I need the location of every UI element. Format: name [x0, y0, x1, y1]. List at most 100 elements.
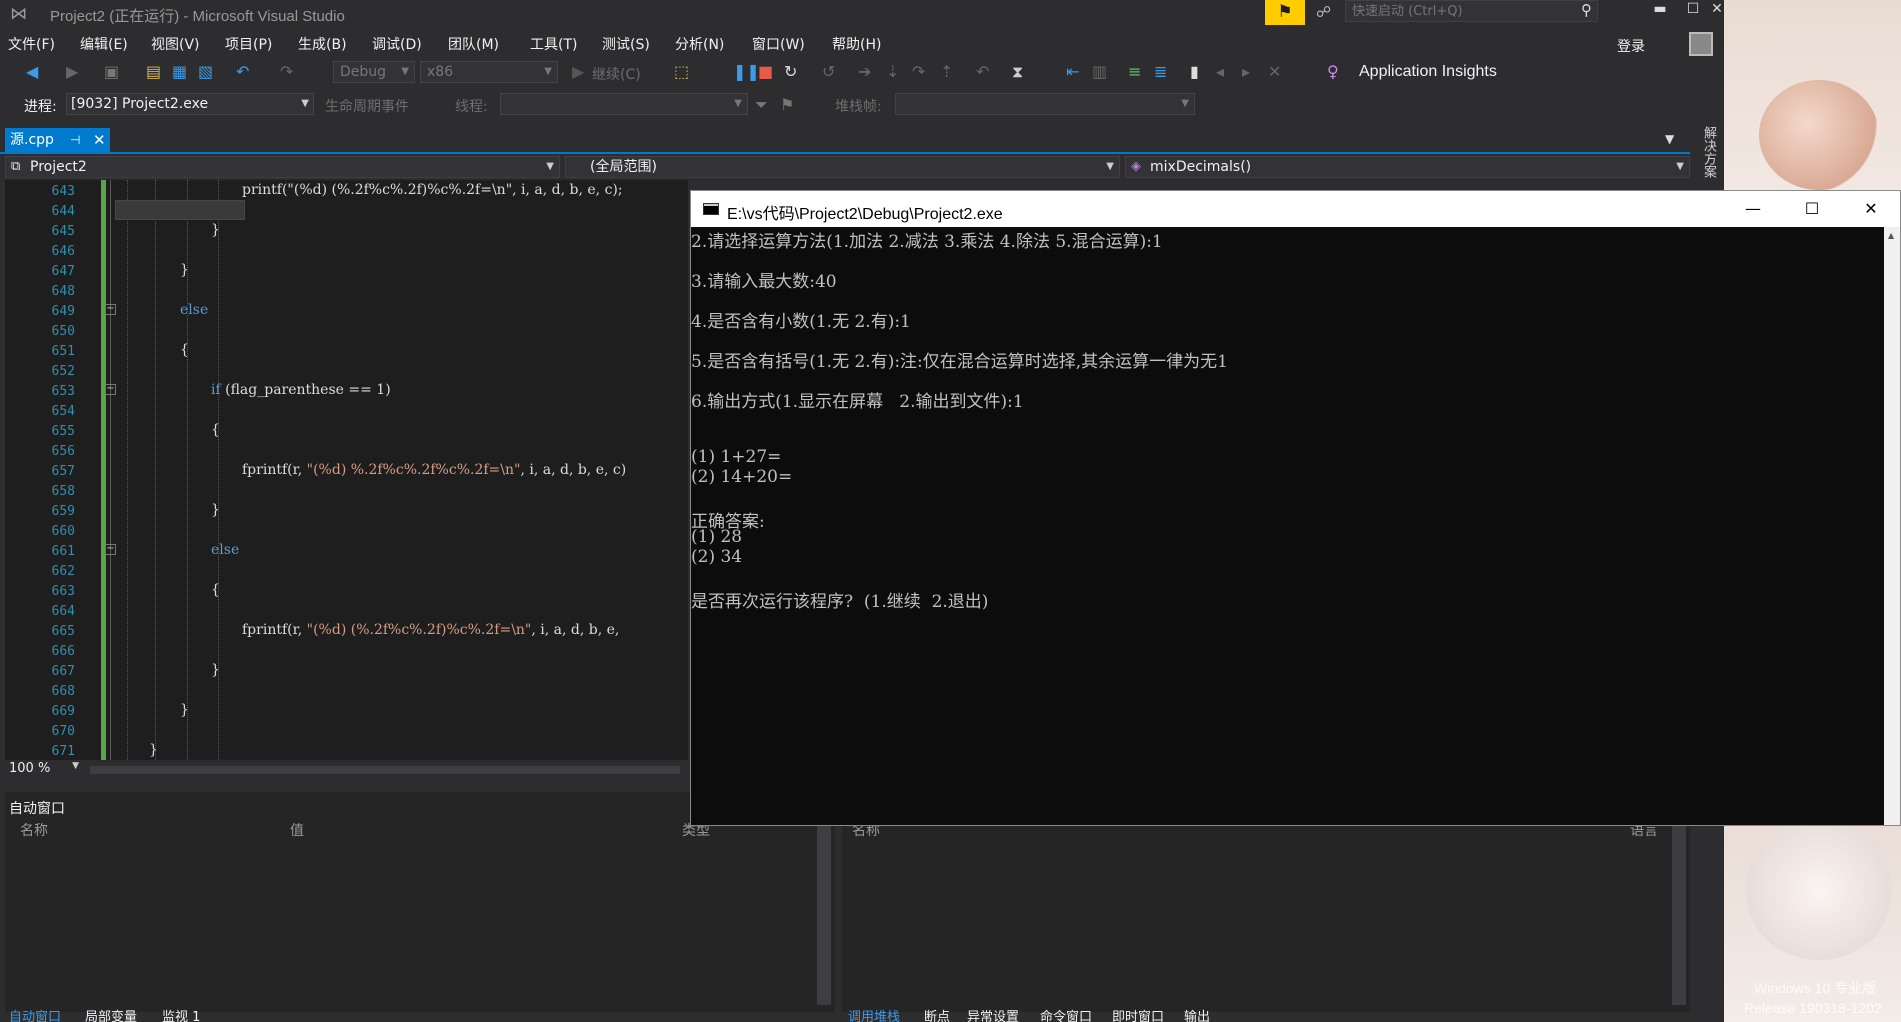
next-bookmark-icon[interactable]: ▸	[1242, 62, 1250, 81]
menu-file[interactable]: 文件(F)	[8, 34, 55, 54]
flag-thread-icon[interactable]: ⚑	[780, 95, 794, 114]
zoom-dropdown[interactable]: 100 % ▼	[9, 761, 81, 779]
tab-exception-settings[interactable]: 异常设置	[967, 1006, 1019, 1022]
open-file-icon[interactable]: ▤	[146, 62, 161, 81]
save-all-icon[interactable]: ▧	[198, 62, 213, 81]
previous-bookmark-icon[interactable]: ◂	[1216, 62, 1224, 81]
notification-flag-icon[interactable]: ⚑	[1265, 0, 1305, 25]
process-attach-icon[interactable]: ⬚	[674, 62, 689, 81]
filter-icon[interactable]: ⏷	[755, 95, 768, 115]
tab-output[interactable]: 输出	[1184, 1006, 1210, 1022]
show-next-statement-icon[interactable]: ↺	[822, 62, 835, 81]
column-value[interactable]: 值	[290, 820, 304, 840]
feedback-icon[interactable]: ☍	[1316, 3, 1331, 21]
undo-step-icon[interactable]: ↶	[976, 62, 989, 81]
menu-test[interactable]: 测试(S)	[602, 34, 650, 54]
solution-configuration-value: Debug	[340, 64, 387, 80]
vertical-scrollbar[interactable]	[817, 820, 831, 1005]
collapse-icon[interactable]: −	[105, 304, 116, 315]
scope-dropdown[interactable]: (全局范围) ▼	[565, 156, 1120, 178]
menu-tools[interactable]: 工具(T)	[530, 34, 577, 54]
tab-breakpoints[interactable]: 断点	[924, 1006, 950, 1022]
menu-edit[interactable]: 编辑(E)	[80, 34, 128, 54]
tab-command-window[interactable]: 命令窗口	[1040, 1006, 1092, 1022]
menu-help[interactable]: 帮助(H)	[832, 34, 881, 54]
code-editor[interactable]: − − − 643 644 645 646 647 648 649 650 65…	[5, 180, 688, 760]
console-minimize-button[interactable]: —	[1724, 191, 1782, 227]
close-button[interactable]: ✕	[1710, 0, 1724, 20]
new-project-icon[interactable]: ▣	[104, 62, 119, 81]
lifecycle-events-button[interactable]: 生命周期事件	[325, 96, 409, 116]
quick-launch-input[interactable]	[1346, 1, 1556, 21]
menu-team[interactable]: 团队(M)	[448, 34, 499, 54]
hex-display-icon[interactable]: ⧗	[1012, 62, 1023, 82]
minimize-button[interactable]: ▬	[1644, 0, 1676, 20]
menu-build[interactable]: 生成(B)	[298, 34, 347, 54]
tab-call-stack[interactable]: 调用堆栈	[848, 1006, 900, 1022]
vertical-scrollbar[interactable]	[1672, 820, 1686, 1005]
redo-icon[interactable]: ↷	[280, 62, 293, 81]
continue-button[interactable]: 继续(C)	[592, 64, 641, 84]
menu-debug[interactable]: 调试(D)	[372, 34, 422, 54]
clear-bookmarks-icon[interactable]: ✕	[1268, 62, 1281, 81]
step-over-icon[interactable]: ⇣	[886, 62, 899, 81]
login-link[interactable]: 登录	[1617, 36, 1645, 56]
member-dropdown[interactable]: ◈ mixDecimals() ▼	[1125, 156, 1690, 178]
tab-locals[interactable]: 局部变量	[85, 1006, 137, 1022]
menu-window[interactable]: 窗口(W)	[752, 34, 805, 54]
undo-icon[interactable]: ↶	[236, 62, 249, 81]
line-number: 669	[51, 704, 75, 719]
chevron-down-icon: ▼	[544, 66, 552, 77]
navigate-forward-icon[interactable]: ▶	[66, 62, 78, 81]
quick-launch-box[interactable]: ⚲	[1345, 0, 1598, 22]
menu-project[interactable]: 项目(P)	[225, 34, 272, 54]
scroll-thumb[interactable]	[1887, 245, 1897, 805]
solution-explorer-tab[interactable]: 解决方案	[1692, 126, 1718, 186]
application-insights-button[interactable]: Application Insights	[1359, 63, 1497, 81]
tab-immediate-window[interactable]: 即时窗口	[1112, 1006, 1164, 1022]
account-avatar[interactable]	[1689, 32, 1713, 56]
menu-view[interactable]: 视图(V)	[151, 34, 200, 54]
collapse-icon[interactable]: −	[105, 544, 116, 555]
column-name[interactable]: 名称	[20, 820, 48, 840]
console-maximize-button[interactable]: ☐	[1783, 191, 1841, 227]
step-into-icon[interactable]: ➔	[858, 62, 871, 81]
thread-dropdown[interactable]: ▼	[500, 93, 748, 115]
break-all-icon[interactable]: ❚❚	[733, 62, 760, 81]
solution-platform-dropdown[interactable]: x86 ▼	[420, 61, 558, 83]
maximize-button[interactable]: ☐	[1677, 0, 1709, 20]
tab-autos[interactable]: 自动窗口	[9, 1006, 61, 1022]
application-insights-icon[interactable]: ♀	[1327, 62, 1339, 81]
bookmark-icon[interactable]: ▮	[1190, 62, 1199, 81]
process-dropdown[interactable]: [9032] Project2.exe ▼	[66, 93, 314, 115]
collapse-icon[interactable]: −	[105, 384, 116, 395]
stop-debugging-icon[interactable]: ■	[758, 62, 773, 81]
project-dropdown[interactable]: ⧉ Project2 ▼	[5, 156, 560, 178]
step-out-icon[interactable]: ↷	[912, 62, 925, 81]
threads-icon[interactable]: ⇤	[1066, 62, 1079, 81]
menu-analyze[interactable]: 分析(N)	[675, 34, 724, 54]
console-window[interactable]: E:\vs代码\Project2\Debug\Project2.exe — ☐ …	[690, 190, 1901, 826]
save-icon[interactable]: ▦	[172, 62, 187, 81]
tab-source-cpp[interactable]: 源.cpp ⊣ ✕	[5, 128, 110, 152]
comment-icon[interactable]: ≡	[1128, 62, 1141, 81]
tab-watch-1[interactable]: 监视 1	[162, 1006, 200, 1022]
console-title-bar[interactable]: E:\vs代码\Project2\Debug\Project2.exe — ☐ …	[691, 191, 1900, 227]
show-threads-icon[interactable]: ▥	[1092, 62, 1107, 81]
uncomment-icon[interactable]: ≣	[1154, 62, 1167, 81]
console-output[interactable]: 2.请选择运算方法(1.加法 2.减法 3.乘法 4.除法 5.混合运算):1 …	[691, 227, 1884, 825]
pin-tab-icon[interactable]: ⊣	[70, 128, 80, 152]
restart-icon[interactable]: ↻	[784, 62, 797, 81]
tab-overflow-icon[interactable]: ▼	[1665, 132, 1674, 146]
continue-play-icon[interactable]: ▶	[572, 62, 584, 81]
close-tab-icon[interactable]: ✕	[93, 128, 106, 152]
navigate-back-icon[interactable]: ◀	[26, 62, 38, 81]
console-close-button[interactable]: ✕	[1842, 191, 1900, 227]
solution-configuration-dropdown[interactable]: Debug ▼	[333, 61, 415, 83]
console-scrollbar[interactable]: ▲	[1884, 227, 1900, 825]
horizontal-scrollbar[interactable]	[90, 766, 680, 774]
step-up-icon[interactable]: ⇡	[940, 62, 953, 81]
stack-frame-dropdown[interactable]: ▼	[895, 93, 1195, 115]
scroll-up-icon[interactable]: ▲	[1888, 231, 1894, 240]
search-icon[interactable]: ⚲	[1581, 1, 1592, 19]
